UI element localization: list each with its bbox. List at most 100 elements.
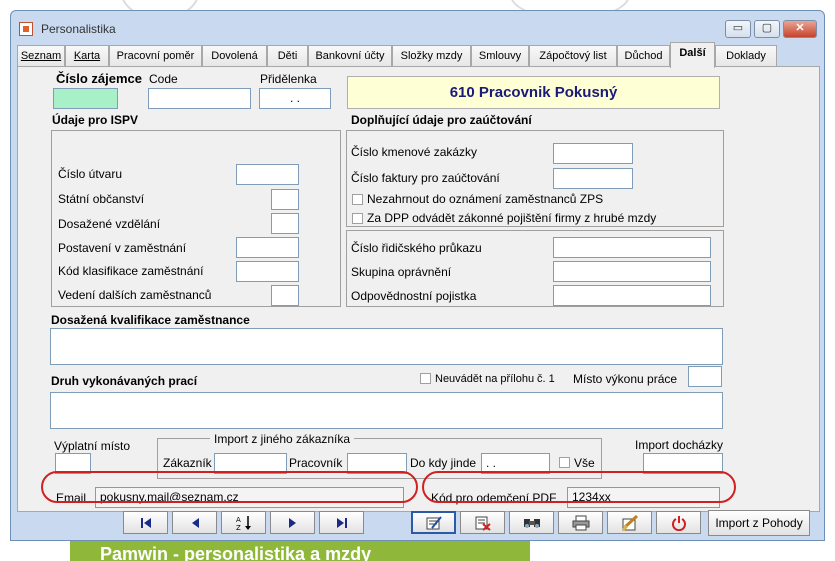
tab-slozky-mzdy[interactable]: Složky mzdy <box>392 45 471 67</box>
ispv-label-vedeni: Vedení dalších zaměstnanců <box>58 288 212 302</box>
faktury-label: Číslo faktury pro zaúčtování <box>351 171 500 185</box>
delete-icon <box>475 516 491 531</box>
sort-icon: AZ <box>236 515 251 531</box>
email-highlight-oval <box>41 471 418 503</box>
dpp-checkbox[interactable] <box>352 213 363 224</box>
cislo-zajemce-field[interactable] <box>53 88 118 109</box>
pojistka-label: Odpovědnostní pojistka <box>351 289 477 303</box>
tab-content-dalsi: Číslo zájemce Code Přidělenka . . 610 Pr… <box>17 66 820 512</box>
cislo-zajemce-label: Číslo zájemce <box>56 71 142 86</box>
pracovnik-label: Pracovník <box>289 456 343 470</box>
ispv-label-vzdelani: Dosažené vzdělání <box>58 217 161 231</box>
search-icon <box>523 518 540 528</box>
pojistka-field[interactable] <box>553 285 711 306</box>
previous-record-icon <box>191 517 199 528</box>
search-button[interactable] <box>509 511 554 534</box>
power-icon <box>671 515 686 531</box>
pdf-highlight-oval <box>422 471 736 503</box>
tab-seznam[interactable]: Seznam <box>17 45 65 67</box>
nezahrnout-label: Nezahrnout do oznámení zaměstnanců ZPS <box>367 192 604 206</box>
minimize-button[interactable]: ▭ <box>725 20 751 38</box>
close-button[interactable]: ✕ <box>783 20 817 38</box>
nezahrnout-checkbox[interactable] <box>352 194 363 205</box>
background-banner-text: Pamwin - personalistika a mzdy <box>100 544 372 561</box>
first-record-button[interactable] <box>123 511 168 534</box>
neuvadet-checkbox[interactable] <box>420 373 431 384</box>
next-record-icon <box>288 517 296 528</box>
first-record-icon <box>140 517 151 528</box>
do-kdy-label: Do kdy jinde <box>410 456 477 470</box>
tab-karta[interactable]: Karta <box>65 45 109 67</box>
zakaznik-label: Zákazník <box>163 456 212 470</box>
app-icon <box>19 22 33 36</box>
kvalifikace-textarea[interactable] <box>50 328 723 365</box>
employee-name: 610 Pracovnik Pokusný <box>449 84 618 101</box>
neuvadet-label: Neuvádět na přílohu <box>435 373 535 385</box>
personalistika-window: Personalistika ▭ ▢ ✕ Seznam Karta Pracov… <box>10 10 825 541</box>
ispv-label-klasifikace: Kód klasifikace zaměstnání <box>58 264 204 278</box>
druh-prace-label: Druh vykonávaných prací <box>51 374 198 388</box>
import-pohody-button[interactable]: Import z Pohody <box>708 510 810 536</box>
tab-bankovni-ucty[interactable]: Bankovní účty <box>308 45 392 67</box>
cislo-utvaru-field[interactable] <box>236 164 299 185</box>
skupina-opravneni-label: Skupina oprávnění <box>351 265 452 279</box>
kod-klasifikace-field[interactable] <box>236 261 299 282</box>
statni-obcanstvi-field[interactable] <box>271 189 299 210</box>
sort-button[interactable]: AZ <box>221 511 266 534</box>
import-pohody-label: Import z Pohody <box>715 516 803 530</box>
vedeni-zamestnancu-field[interactable] <box>271 285 299 306</box>
background-banner: Pamwin - personalistika a mzdy <box>70 540 530 561</box>
import-dochazky-label: Import docházky <box>635 438 724 452</box>
tab-deti[interactable]: Děti <box>267 45 308 67</box>
ispv-label-postaveni: Postavení v zaměstnání <box>58 241 187 255</box>
svg-text:Z: Z <box>236 524 241 531</box>
faktury-field[interactable] <box>553 168 633 189</box>
dosazene-vzdelani-field[interactable] <box>271 213 299 234</box>
tab-duchod[interactable]: Důchod <box>617 45 670 67</box>
import-zakaznik-title: Import z jiného zákazníka <box>210 432 355 446</box>
vyplatni-misto-label: Výplatní místo <box>54 439 131 453</box>
misto-vykonu-label: Místo výkonu práce <box>573 372 678 386</box>
dpp-label: Za DPP odvádět zákonné pojištění firmy z… <box>367 211 657 225</box>
vse-checkbox[interactable] <box>559 457 570 468</box>
ispv-label-utvar: Číslo útvaru <box>58 167 123 181</box>
print-icon <box>572 515 589 530</box>
kvalifikace-label: Dosažená kvalifikace zaměstnance <box>51 313 250 327</box>
clear-button[interactable] <box>607 511 652 534</box>
tab-pracovni-pomer[interactable]: Pracovní poměr <box>109 45 202 67</box>
last-record-button[interactable] <box>319 511 364 534</box>
skupina-opravneni-field[interactable] <box>553 261 711 282</box>
clear-icon <box>621 514 638 531</box>
tab-dalsi[interactable]: Další <box>670 42 715 68</box>
tab-zapoctovy-list[interactable]: Zápočtový list <box>529 45 617 67</box>
svg-text:A: A <box>236 516 241 524</box>
delete-button[interactable] <box>460 511 505 534</box>
edit-icon <box>426 515 442 529</box>
pridelenka-field[interactable]: . . <box>259 88 331 109</box>
code-label: Code <box>149 72 178 86</box>
neuvadet-cislo: č. 1 <box>537 373 555 385</box>
maximize-button[interactable]: ▢ <box>754 20 780 38</box>
kmenove-zakazky-label: Číslo kmenové zakázky <box>351 145 478 159</box>
window-title: Personalistika <box>41 22 116 36</box>
ispv-title: Údaje pro ISPV <box>52 113 139 127</box>
power-button[interactable] <box>656 511 701 534</box>
zauctovani-title: Doplňující údaje pro zaúčtování <box>351 113 532 127</box>
code-field[interactable] <box>148 88 251 109</box>
postaveni-field[interactable] <box>236 237 299 258</box>
druh-prace-textarea[interactable] <box>50 392 723 429</box>
kmenove-zakazky-field[interactable] <box>553 143 633 164</box>
ridicsky-prukaz-field[interactable] <box>553 237 711 258</box>
print-button[interactable] <box>558 511 603 534</box>
edit-button[interactable] <box>411 511 456 534</box>
title-bar: Personalistika ▭ ▢ ✕ <box>11 11 824 43</box>
ridicsky-prukaz-label: Číslo řidičského průkazu <box>351 241 482 255</box>
previous-record-button[interactable] <box>172 511 217 534</box>
misto-vykonu-field[interactable] <box>688 366 722 387</box>
tab-doklady[interactable]: Doklady <box>715 45 777 67</box>
vse-label: Vše <box>574 456 595 470</box>
last-record-icon <box>336 517 347 528</box>
tab-dovolena[interactable]: Dovolená <box>202 45 267 67</box>
tab-smlouvy[interactable]: Smlouvy <box>471 45 529 67</box>
next-record-button[interactable] <box>270 511 315 534</box>
